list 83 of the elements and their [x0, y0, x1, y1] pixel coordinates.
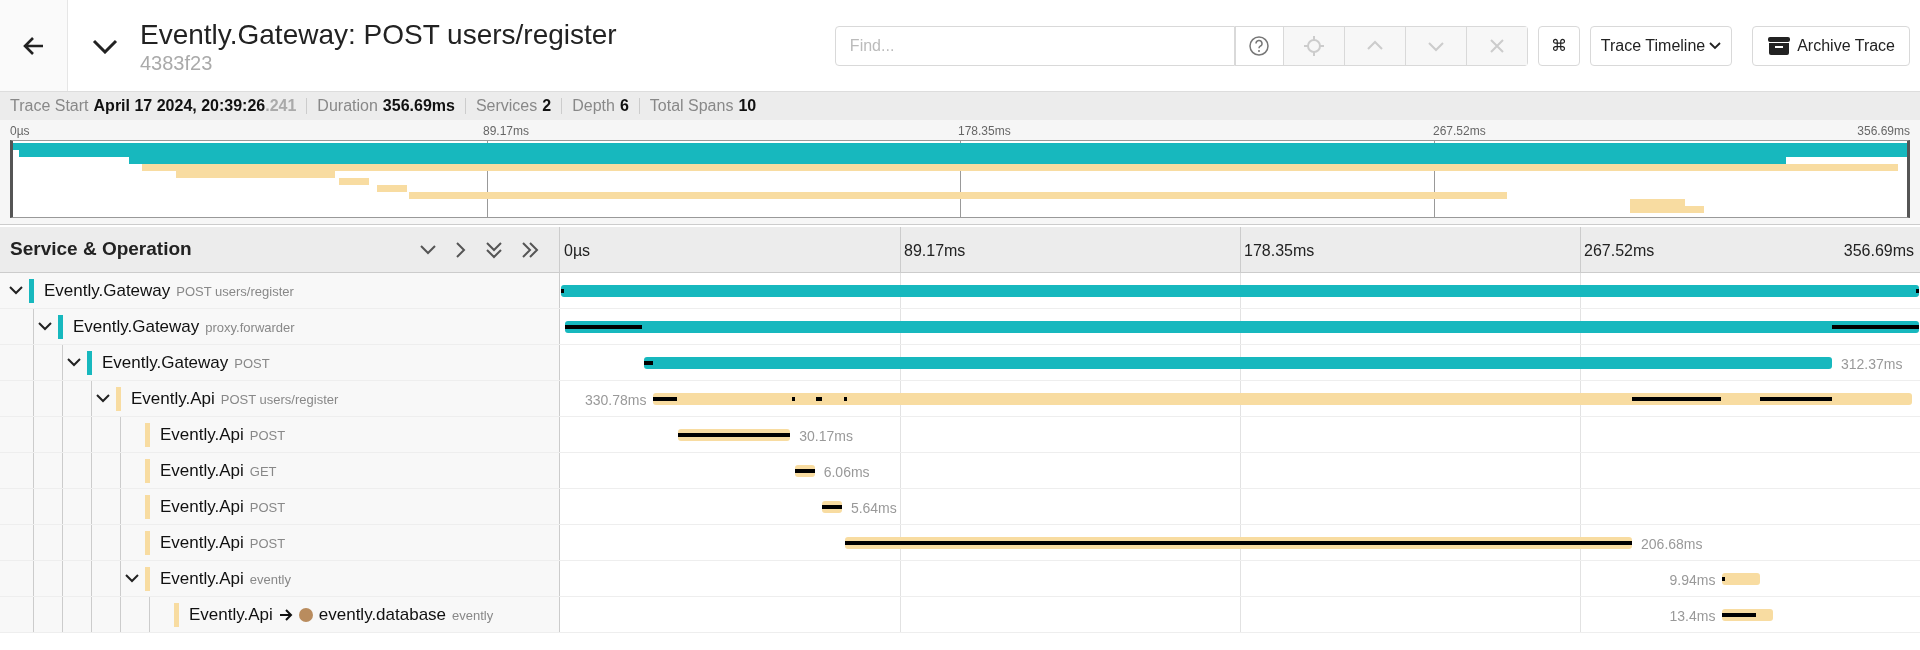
- duration-label: 5.64ms: [850, 499, 897, 518]
- chevron-down-icon[interactable]: [67, 358, 81, 367]
- span-bar[interactable]: [653, 393, 1913, 405]
- service-name[interactable]: Evently.Api: [131, 385, 215, 412]
- operation-name: GET: [249, 462, 277, 481]
- time-tick-label: 0µs: [564, 241, 591, 261]
- collapse-one-icon[interactable]: [419, 243, 437, 256]
- time-tick-label: 178.35ms: [1244, 241, 1315, 261]
- time-tick-label: 267.52ms: [1433, 123, 1486, 140]
- span-bar[interactable]: [845, 537, 1633, 549]
- trace-title: Evently.Gateway: POST users/register: [140, 17, 617, 52]
- operation-name: evently: [249, 570, 291, 589]
- summary-value: 2: [542, 96, 552, 116]
- chevron-down-icon[interactable]: [38, 322, 52, 331]
- chevron-down-icon[interactable]: [125, 574, 139, 583]
- minimap-span-bar: [338, 178, 370, 185]
- summary-value: 10: [738, 96, 757, 116]
- find-field[interactable]: Find...: [834, 25, 1235, 66]
- operation-name: POST: [249, 498, 286, 517]
- duration-label: 330.78ms: [585, 391, 647, 410]
- span-bar[interactable]: [677, 429, 791, 441]
- summary-value: 356.69ms: [382, 96, 455, 116]
- summary-label: Depth: [572, 96, 615, 116]
- crosshair-icon: [1302, 34, 1325, 57]
- summary-label: Services: [475, 96, 538, 116]
- chevron-down-icon[interactable]: [92, 37, 118, 54]
- expand-one-icon[interactable]: [455, 240, 467, 259]
- duration-label: 206.68ms: [1641, 535, 1703, 554]
- span-bar[interactable]: [794, 465, 815, 477]
- service-name[interactable]: Evently.Api: [160, 565, 244, 592]
- time-tick-label: 89.17ms: [483, 123, 530, 140]
- peer-service-name: evently.database: [318, 603, 447, 626]
- time-tick-label: 89.17ms: [904, 241, 966, 261]
- span-bar[interactable]: [1722, 573, 1760, 585]
- operation-name: POST: [249, 426, 286, 445]
- operation-name: proxy.forwarder: [205, 318, 295, 337]
- summary-value: April 17 2024, 20:39:26: [93, 96, 266, 116]
- trace-id: 4383f23: [140, 51, 214, 74]
- time-tick-label: 0µs: [10, 123, 30, 140]
- time-tick-label: 356.69ms: [1843, 241, 1914, 261]
- span-bar[interactable]: [565, 321, 1919, 333]
- span-bar[interactable]: [822, 501, 842, 513]
- service-name[interactable]: Evently.Gateway: [44, 277, 171, 304]
- arrow-right-icon: [278, 608, 293, 621]
- service-name[interactable]: Evently.Gateway: [73, 313, 200, 340]
- archive-trace-button[interactable]: Archive Trace: [1752, 25, 1910, 66]
- column-header: Service & Operation: [10, 237, 193, 262]
- operation-name: POST users/register: [220, 390, 339, 409]
- summary-label: Trace Start: [10, 96, 89, 116]
- collapse-all-icon[interactable]: [485, 240, 503, 259]
- view-dropdown[interactable]: Trace Timeline: [1589, 25, 1733, 66]
- time-tick-label: 356.69ms: [1857, 123, 1910, 140]
- duration-label: 6.06ms: [823, 463, 870, 482]
- summary-value-fraction: .241: [265, 96, 297, 116]
- caret-down-icon: [1709, 41, 1722, 50]
- service-name[interactable]: Evently.Api: [160, 493, 244, 520]
- service-name[interactable]: Evently.Api: [160, 529, 244, 556]
- duration-label: 9.94ms: [1669, 571, 1716, 590]
- chevron-down-icon[interactable]: [9, 286, 23, 295]
- service-name[interactable]: Evently.Gateway: [102, 349, 229, 376]
- duration-label: 30.17ms: [799, 427, 853, 446]
- archive-box-icon: [1767, 35, 1792, 56]
- duration-label: 312.37ms: [1840, 355, 1903, 374]
- keyboard-shortcuts-button[interactable]: ⌘: [1537, 25, 1580, 66]
- service-name[interactable]: Evently.Api: [189, 601, 273, 628]
- operation-name: evently: [452, 606, 494, 625]
- trace-minimap[interactable]: [10, 140, 1910, 218]
- time-tick-label: 178.35ms: [958, 123, 1011, 140]
- operation-name: POST: [249, 534, 286, 553]
- summary-value: 6: [619, 96, 629, 116]
- summary-label: Duration: [317, 96, 378, 116]
- service-name[interactable]: Evently.Api: [160, 457, 244, 484]
- operation-name: POST users/register: [176, 282, 294, 301]
- help-icon: [1248, 34, 1271, 57]
- time-tick-label: 267.52ms: [1584, 241, 1655, 261]
- chevron-down-icon[interactable]: [96, 394, 110, 403]
- span-bar[interactable]: [1722, 609, 1774, 621]
- service-name[interactable]: Evently.Api: [160, 421, 244, 448]
- expand-all-icon[interactable]: [521, 240, 539, 259]
- summary-label: Total Spans: [649, 96, 734, 116]
- duration-label: 13.4ms: [1669, 607, 1716, 626]
- back-arrow-icon[interactable]: [22, 35, 45, 56]
- operation-name: POST: [234, 354, 270, 373]
